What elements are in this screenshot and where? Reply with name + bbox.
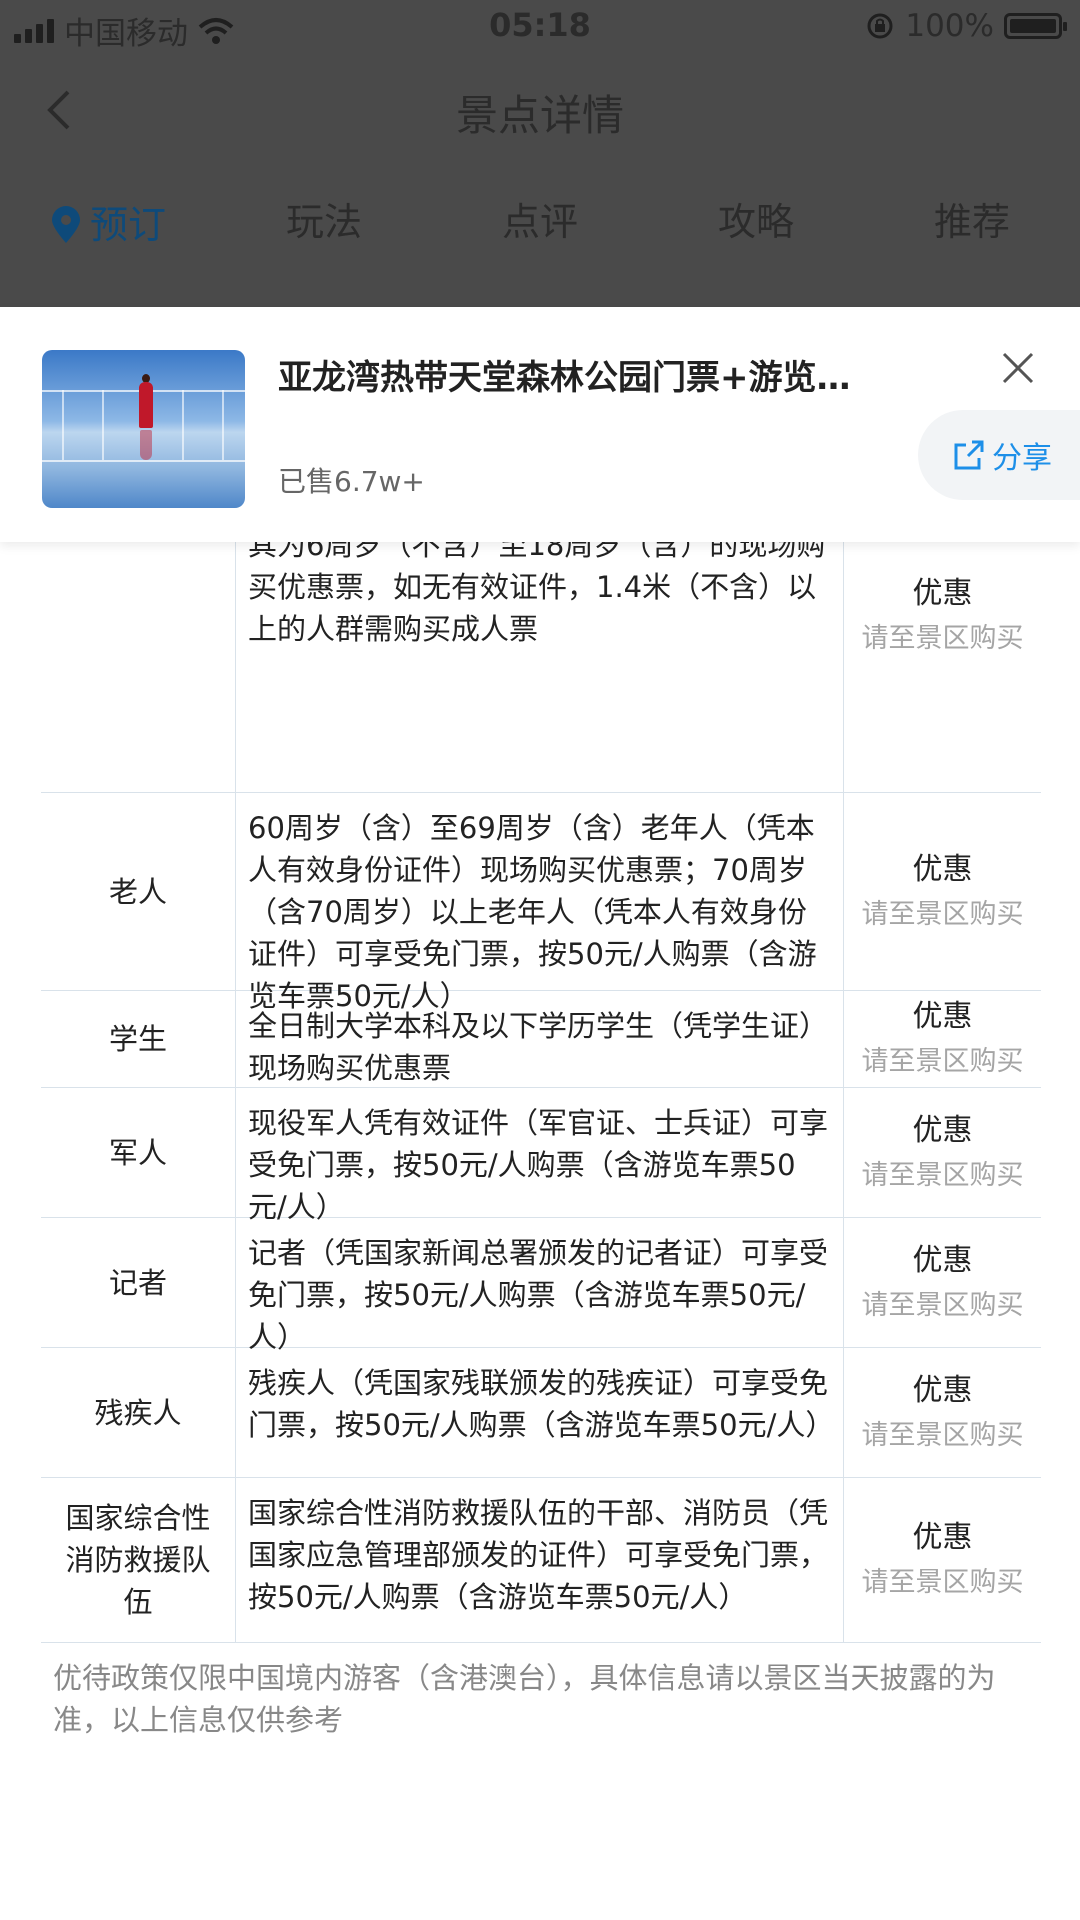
close-icon[interactable] xyxy=(1000,350,1036,386)
tab-reviews[interactable]: 点评 xyxy=(432,190,648,260)
visitor-type: 记者 xyxy=(41,1218,236,1347)
tab-recommend[interactable]: 推荐 xyxy=(864,190,1080,260)
battery-percent: 100% xyxy=(905,8,994,44)
price-label: 优惠 xyxy=(912,999,973,1034)
status-bar: 中国移动 05:18 100% xyxy=(0,0,1080,54)
policy-description: 记者（凭国家新闻总署颁发的记者证）可享受免门票，按50元/人购票（含游览车票50… xyxy=(236,1218,844,1354)
table-row: 学生 全日制大学本科及以下学历学生（凭学生证）现场购买优惠票 优惠 请至景区购买 xyxy=(41,991,1041,1088)
purchase-note: 请至景区购买 xyxy=(861,1159,1024,1191)
location-pin-icon xyxy=(51,206,80,243)
visitor-type: 军人 xyxy=(41,1088,236,1217)
table-row: 老人 60周岁（含）至69周岁（含）老年人（凭本人有效身份证件）现场购买优惠票；… xyxy=(41,793,1041,1013)
purchase-note: 请至景区购买 xyxy=(861,623,1024,654)
tab-gameplay[interactable]: 玩法 xyxy=(216,190,432,260)
price-label: 优惠 xyxy=(912,576,973,611)
purchase-note: 请至景区购买 xyxy=(861,1046,1024,1077)
price-cell: 优惠 请至景区购买 xyxy=(844,793,1041,990)
policy-description: 现役军人凭有效证件（军官证、士兵证）可享受免门票，按50元/人购票（含游览车票5… xyxy=(236,1088,844,1224)
tab-guides[interactable]: 攻略 xyxy=(648,190,864,260)
battery-icon xyxy=(1004,13,1067,39)
visitor-type: 国家综合性消防救援队伍 xyxy=(41,1478,236,1642)
navigation-bar: 景点详情 xyxy=(0,60,1080,160)
purchase-note: 请至景区购买 xyxy=(861,1567,1024,1598)
header-overlay: 中国移动 05:18 100% 景点详情 预订 玩法 点评 攻略 推荐 xyxy=(0,0,1080,307)
visitor-type: 老人 xyxy=(41,793,236,990)
product-title[interactable]: 亚龙湾热带天堂森林公园门票+游览… xyxy=(278,350,851,399)
purchase-note: 请至景区购买 xyxy=(861,898,1024,930)
price-cell: 优惠 请至景区购买 xyxy=(844,1088,1041,1217)
sold-count: 已售6.7w+ xyxy=(278,465,425,498)
price-cell: 优惠 请至景区购买 xyxy=(844,991,1041,1087)
share-icon xyxy=(954,440,984,470)
policy-footnote: 优待政策仅限中国境内游客（含港澳台），具体信息请以景区当天披露的为准，以上信息仅… xyxy=(41,1643,1041,1755)
policy-description: 全日制大学本科及以下学历学生（凭学生证）现场购买优惠票 xyxy=(236,991,844,1087)
section-tabs: 预订 玩法 点评 攻略 推荐 xyxy=(0,190,1080,260)
table-row: 军人 现役军人凭有效证件（军官证、士兵证）可享受免门票，按50元/人购票（含游览… xyxy=(41,1088,1041,1224)
product-card xyxy=(0,307,1080,542)
purchase-note: 请至景区购买 xyxy=(861,1289,1024,1321)
purchase-note: 请至景区购买 xyxy=(861,1419,1024,1451)
price-cell: 优惠 请至景区购买 xyxy=(844,1478,1041,1642)
price-cell: 优惠 请至景区购买 xyxy=(844,1218,1041,1347)
price-label: 优惠 xyxy=(912,1372,973,1408)
table-row: 记者 记者（凭国家新闻总署颁发的记者证）可享受免门票，按50元/人购票（含游览车… xyxy=(41,1218,1041,1354)
visitor-type: 残疾人 xyxy=(41,1348,236,1477)
visitor-type: 学生 xyxy=(41,991,236,1087)
product-thumbnail[interactable] xyxy=(42,350,245,508)
tab-booking[interactable]: 预订 xyxy=(0,190,216,260)
price-label: 优惠 xyxy=(912,1520,973,1555)
table-row: 国家综合性消防救援队伍 国家综合性消防救援队伍的干部、消防员（凭国家应急管理部颁… xyxy=(41,1478,1041,1643)
rotation-lock-icon xyxy=(867,13,893,39)
share-button[interactable]: 分享 xyxy=(918,410,1080,500)
policy-description: 60周岁（含）至69周岁（含）老年人（凭本人有效身份证件）现场购买优惠票；70周… xyxy=(236,793,844,1013)
price-label: 优惠 xyxy=(912,1112,973,1148)
policy-description: 国家综合性消防救援队伍的干部、消防员（凭国家应急管理部颁发的证件）可享受免门票，… xyxy=(236,1478,844,1642)
price-cell: 优惠 请至景区购买 xyxy=(844,1348,1041,1477)
table-row: 残疾人 残疾人（凭国家残联颁发的残疾证）可享受免门票，按50元/人购票（含游览车… xyxy=(41,1348,1041,1478)
price-label: 优惠 xyxy=(912,1242,973,1278)
share-label: 分享 xyxy=(992,441,1052,476)
price-label: 优惠 xyxy=(912,851,973,887)
policy-description: 残疾人（凭国家残联颁发的残疾证）可享受免门票，按50元/人购票（含游览车票50元… xyxy=(236,1348,844,1477)
page-title: 景点详情 xyxy=(455,91,624,140)
